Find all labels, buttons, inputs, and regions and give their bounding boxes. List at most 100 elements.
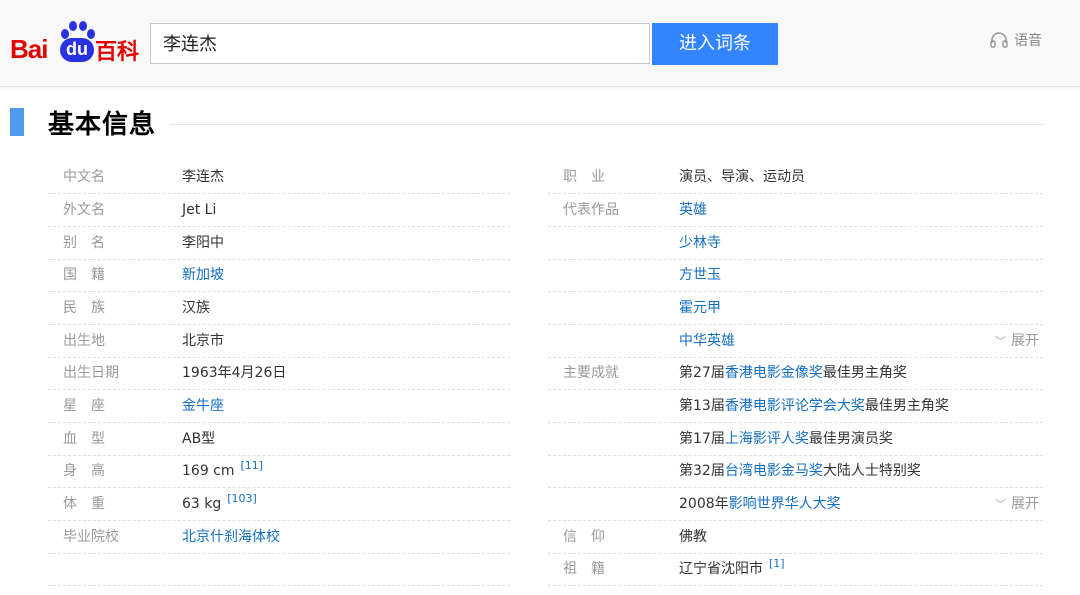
achievement-suffix: 最佳男主角奖	[822, 365, 907, 381]
info-label: 代表作品	[563, 202, 619, 218]
info-value: 1963年4月26日	[182, 365, 287, 381]
info-value-link[interactable]: 新加坡	[182, 259, 224, 291]
info-row: 星座 金牛座	[48, 390, 510, 423]
info-row: 2008年影响世界华人大奖 ﹀ 展开	[548, 488, 1043, 521]
info-value: 63 kg	[182, 496, 222, 512]
work-link[interactable]: 中华英雄	[679, 325, 735, 357]
info-label: 中文名	[63, 169, 105, 185]
info-row: 毕业院校 北京什刹海体校	[48, 521, 510, 554]
info-label: 星座	[63, 398, 119, 414]
achievement-value: 第32届台湾电影金马奖大陆人士特别奖	[679, 455, 921, 487]
info-row: 方世玉	[548, 259, 1043, 292]
info-row: 国籍 新加坡	[48, 259, 510, 292]
work-link[interactable]: 少林寺	[679, 227, 721, 259]
expand-works-button[interactable]: ﹀ 展开	[995, 325, 1039, 358]
info-row: 代表作品 英雄	[548, 194, 1043, 227]
info-row: 出生地 北京市	[48, 325, 510, 358]
info-value-wrap: 辽宁省沈阳市 [1]	[679, 553, 785, 585]
info-value-wrap: 169 cm [11]	[182, 455, 263, 487]
section-title: 基本信息	[48, 110, 157, 140]
info-label: 职业	[563, 169, 619, 185]
logo-baike-text: 百科	[95, 40, 140, 65]
logo-du-text: du	[60, 38, 94, 62]
info-value: 李阳中	[182, 235, 224, 251]
info-label: 民族	[63, 300, 119, 316]
logo-bai-text: Bai	[10, 34, 48, 64]
baidu-baike-logo[interactable]: Bai du 百科	[10, 20, 140, 66]
voice-search-button[interactable]: 语音	[990, 30, 1042, 50]
info-label: 信仰	[563, 529, 619, 545]
achievement-prefix: 第27届	[679, 365, 725, 381]
info-label: 出生地	[63, 333, 105, 349]
info-row: 中文名 李连杰	[48, 161, 510, 194]
info-value-link[interactable]: 北京什刹海体校	[182, 521, 280, 553]
info-row: 第32届台湾电影金马奖大陆人士特别奖	[548, 455, 1043, 488]
expand-achievements-button[interactable]: ﹀ 展开	[995, 488, 1039, 521]
info-row: 外文名 Jet Li	[48, 194, 510, 227]
enter-entry-button[interactable]: 进入词条	[652, 23, 778, 65]
expand-label: 展开	[1011, 496, 1039, 512]
work-link[interactable]: 英雄	[679, 194, 707, 226]
headphones-icon	[990, 32, 1008, 48]
info-row: 身高 169 cm [11]	[48, 455, 510, 488]
info-row: 主要成就 第27届香港电影金像奖最佳男主角奖	[548, 357, 1043, 390]
info-row-empty	[48, 553, 510, 586]
section-accent-bar	[10, 108, 24, 136]
award-link[interactable]: 影响世界华人大奖	[729, 496, 841, 512]
achievement-value: 第27届香港电影金像奖最佳男主角奖	[679, 357, 907, 389]
achievement-prefix: 第32届	[679, 463, 725, 479]
section-divider	[170, 124, 1043, 125]
info-row: 中华英雄 ﹀ 展开	[548, 325, 1043, 358]
reference-link[interactable]: [103]	[227, 492, 257, 505]
info-label: 身高	[63, 463, 119, 479]
achievement-suffix: 大陆人士特别奖	[822, 463, 921, 479]
work-link[interactable]: 方世玉	[679, 259, 721, 291]
info-row: 祖籍 辽宁省沈阳市 [1]	[548, 553, 1043, 586]
achievement-value: 第17届上海影评人奖最佳男演员奖	[679, 423, 893, 455]
award-link[interactable]: 台湾电影金马奖	[725, 463, 823, 479]
info-value: 李连杰	[182, 169, 224, 185]
info-row: 第13届香港电影评论学会大奖最佳男主角奖	[548, 390, 1043, 423]
info-label: 出生日期	[63, 365, 119, 381]
achievement-value: 第13届香港电影评论学会大奖最佳男主角奖	[679, 390, 949, 422]
info-value: 辽宁省沈阳市	[679, 561, 763, 577]
achievement-suffix: 最佳男主角奖	[864, 398, 949, 414]
top-header: Bai du 百科 进入词条 语音	[0, 0, 1080, 87]
info-label: 血型	[63, 431, 119, 447]
chevron-down-icon: ﹀	[995, 335, 1006, 348]
award-link[interactable]: 上海影评人奖	[725, 431, 809, 447]
info-value-wrap: 63 kg [103]	[182, 488, 257, 520]
info-value: 北京市	[182, 333, 224, 349]
chevron-down-icon: ﹀	[995, 498, 1006, 511]
work-link[interactable]: 霍元甲	[679, 292, 721, 324]
info-row: 第17届上海影评人奖最佳男演员奖	[548, 423, 1043, 456]
search-box	[150, 23, 650, 65]
info-row: 信仰 佛教	[548, 521, 1043, 554]
reference-link[interactable]: [1]	[769, 557, 785, 570]
achievement-suffix: 最佳男演员奖	[808, 431, 893, 447]
achievement-prefix: 第13届	[679, 398, 725, 414]
info-label: 外文名	[63, 202, 105, 218]
info-label: 毕业院校	[63, 529, 119, 545]
award-link[interactable]: 香港电影金像奖	[725, 365, 823, 381]
expand-label: 展开	[1011, 333, 1039, 349]
info-value: Jet Li	[182, 202, 217, 218]
info-label: 国籍	[63, 267, 119, 283]
info-value: AB型	[182, 431, 216, 447]
achievement-prefix: 2008年	[679, 496, 729, 512]
info-label: 祖籍	[563, 561, 619, 577]
award-link[interactable]: 香港电影评论学会大奖	[725, 398, 865, 414]
info-row: 别名 李阳中	[48, 227, 510, 260]
reference-link[interactable]: [11]	[241, 459, 264, 472]
info-label: 体重	[63, 496, 119, 512]
info-label: 主要成就	[563, 365, 619, 381]
info-value: 佛教	[679, 529, 707, 545]
info-row: 霍元甲	[548, 292, 1043, 325]
info-row: 职业 演员、导演、运动员	[548, 161, 1043, 194]
search-input[interactable]	[161, 24, 645, 65]
info-value-link[interactable]: 金牛座	[182, 390, 224, 422]
info-label: 别名	[63, 235, 119, 251]
info-row: 少林寺	[548, 227, 1043, 260]
info-row: 出生日期 1963年4月26日	[48, 357, 510, 390]
info-value: 169 cm	[182, 463, 235, 479]
